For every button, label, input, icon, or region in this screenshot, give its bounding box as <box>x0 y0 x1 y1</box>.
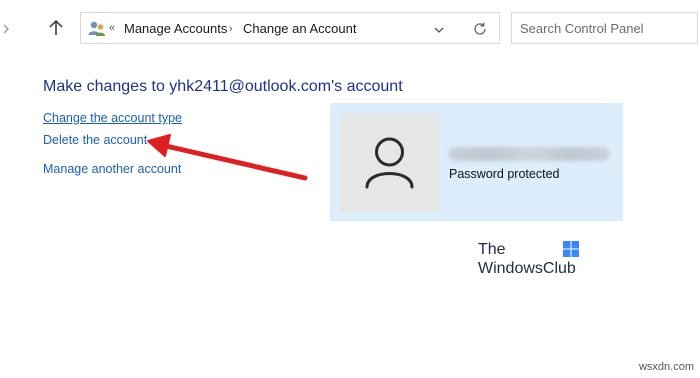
watermark-logo: The WindowsClub <box>478 241 588 281</box>
refresh-icon[interactable] <box>471 20 489 38</box>
breadcrumb-manage-accounts[interactable]: Manage Accounts <box>124 20 227 38</box>
redacted-email <box>448 147 610 161</box>
chevron-down-icon[interactable] <box>433 23 445 35</box>
search-placeholder: Search Control Panel <box>520 21 644 36</box>
search-input[interactable]: Search Control Panel <box>511 12 698 44</box>
change-account-type-link[interactable]: Change the account type <box>43 110 182 126</box>
breadcrumb-change-an-account[interactable]: Change an Account <box>243 20 356 38</box>
windows-logo-icon <box>563 241 579 257</box>
manage-another-account-link[interactable]: Manage another account <box>43 161 181 177</box>
site-watermark: wsxdn.com <box>638 361 694 373</box>
arrow-up-icon[interactable] <box>44 16 68 40</box>
page-title: Make changes to yhk2411@outlook.com's ac… <box>43 78 403 95</box>
watermark-line1: The <box>478 241 506 258</box>
address-bar[interactable]: « Manage Accounts › Change an Account <box>80 12 500 44</box>
user-accounts-icon <box>87 19 107 39</box>
account-card: Password protected <box>330 103 623 221</box>
forward-icon[interactable] <box>0 18 14 40</box>
delete-account-link[interactable]: Delete the account <box>43 132 147 148</box>
account-status: Password protected <box>449 167 560 181</box>
navigation-bar: « Manage Accounts › Change an Account Se… <box>0 0 700 56</box>
control-panel-window: « Manage Accounts › Change an Account Se… <box>0 0 700 378</box>
user-avatar-icon <box>340 113 439 212</box>
breadcrumb-overflow[interactable]: « <box>109 19 115 37</box>
breadcrumb-separator[interactable]: › <box>229 20 233 38</box>
watermark-line2: WindowsClub <box>478 260 576 277</box>
